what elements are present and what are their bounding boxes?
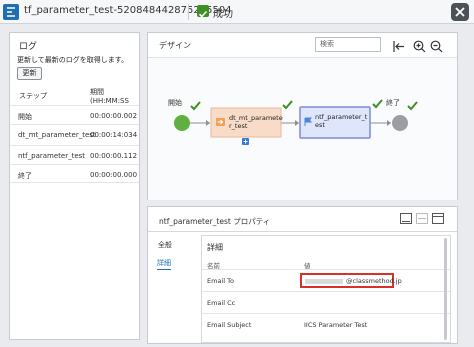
design-panel: デザイン 検索 開始 dt_mt_paramete r_test ntf_par…	[147, 32, 458, 200]
taskflow-diagram: 開始 dt_mt_paramete r_test ntf_parameter_t…	[168, 98, 418, 145]
data-task-label-2: r_test	[229, 122, 248, 130]
email-to-highlight: @classmethod.jp	[300, 273, 402, 288]
run-status: 成功	[213, 9, 233, 20]
log-row[interactable]: dt_mt_parameter_test 00:00:14:034	[10, 124, 139, 143]
log-step: dt_mt_parameter_test	[18, 131, 96, 139]
tab-detail[interactable]: 詳細	[157, 258, 171, 270]
detail-row[interactable]: Email To @classmethod.jp	[202, 269, 450, 291]
redacted-address	[305, 279, 343, 284]
log-row[interactable]: 終了 00:00:00.000	[10, 164, 139, 183]
email-subject-label: Email Subject	[207, 321, 252, 329]
log-step: ntf_parameter_test	[18, 152, 86, 160]
log-time: 00:00:00.002	[90, 112, 138, 120]
log-step: 終了	[18, 172, 32, 180]
properties-panel: ntf_parameter_test プロパティ 全般 詳細 詳細 名前 値 E…	[147, 206, 458, 344]
log-step: 開始	[18, 113, 32, 121]
log-row[interactable]: ntf_parameter_test 00:00:00.112	[10, 145, 139, 164]
taskflow-icon	[3, 4, 19, 20]
properties-title: ntf_parameter_test プロパティ	[159, 217, 271, 226]
email-to-value: @classmethod.jp	[346, 277, 402, 285]
log-time: 00:00:14:034	[90, 131, 138, 139]
start-label: 開始	[168, 98, 182, 107]
design-title: デザイン	[159, 41, 191, 50]
log-title: ログ	[19, 42, 38, 52]
tab-general[interactable]: 全般	[158, 240, 172, 250]
notification-label-1: ntf_parameter_t	[315, 113, 368, 121]
update-button[interactable]: 更新	[17, 67, 42, 80]
zoom-in-icon[interactable]	[413, 38, 426, 53]
title-divider	[188, 4, 189, 20]
search-input[interactable]: 検索	[315, 37, 381, 52]
restore-panel-icon[interactable]	[416, 213, 428, 224]
title-bar: tf_parameter_test-520848442875285504 成功	[0, 0, 474, 24]
check-icon	[197, 5, 209, 18]
minimize-panel-icon[interactable]	[400, 213, 412, 224]
fit-to-screen-icon[interactable]	[392, 38, 405, 52]
start-check-icon	[190, 101, 201, 111]
task-check-icon	[282, 100, 293, 110]
detail-title: 詳細	[207, 243, 223, 252]
data-task-label-1: dt_mt_paramete	[229, 114, 283, 122]
log-time: 00:00:00.112	[90, 152, 138, 160]
column-period-label: 期間	[90, 88, 104, 96]
properties-divider	[148, 231, 457, 232]
notification-check-icon	[372, 99, 383, 109]
column-step: ステップ	[19, 92, 47, 100]
log-time: 00:00:00.000	[90, 171, 138, 179]
log-description: 更新して最新のログを取得します。	[17, 56, 129, 64]
email-cc-label: Email Cc	[207, 299, 236, 307]
zoom-out-icon[interactable]	[430, 38, 443, 53]
start-node	[174, 115, 190, 131]
notification-label-2: est	[315, 121, 325, 129]
close-icon[interactable]	[451, 3, 469, 21]
detail-row[interactable]: Email Cc	[202, 291, 450, 313]
email-to-label: Email To	[207, 277, 234, 285]
end-label: 終了	[386, 98, 400, 107]
end-check-icon	[407, 101, 418, 111]
column-period: 期間 (HH:MM:SS	[90, 88, 129, 106]
end-node	[392, 115, 408, 131]
design-canvas[interactable]: 開始 dt_mt_paramete r_test ntf_parameter_t…	[148, 57, 457, 200]
scrollbar[interactable]	[444, 238, 447, 340]
detail-section: 詳細 名前 値 Email To @classmethod.jp Email C…	[201, 235, 451, 343]
detail-row[interactable]: Email Subject IICS Parameter Test	[202, 313, 450, 335]
maximize-panel-icon[interactable]	[432, 213, 444, 224]
log-row[interactable]: 開始 00:00:00.002	[10, 105, 139, 124]
log-panel: ログ 更新して最新のログを取得します。 更新 ステップ 期間 (HH:MM:SS…	[9, 32, 140, 340]
email-subject-value: IICS Parameter Test	[304, 321, 368, 329]
